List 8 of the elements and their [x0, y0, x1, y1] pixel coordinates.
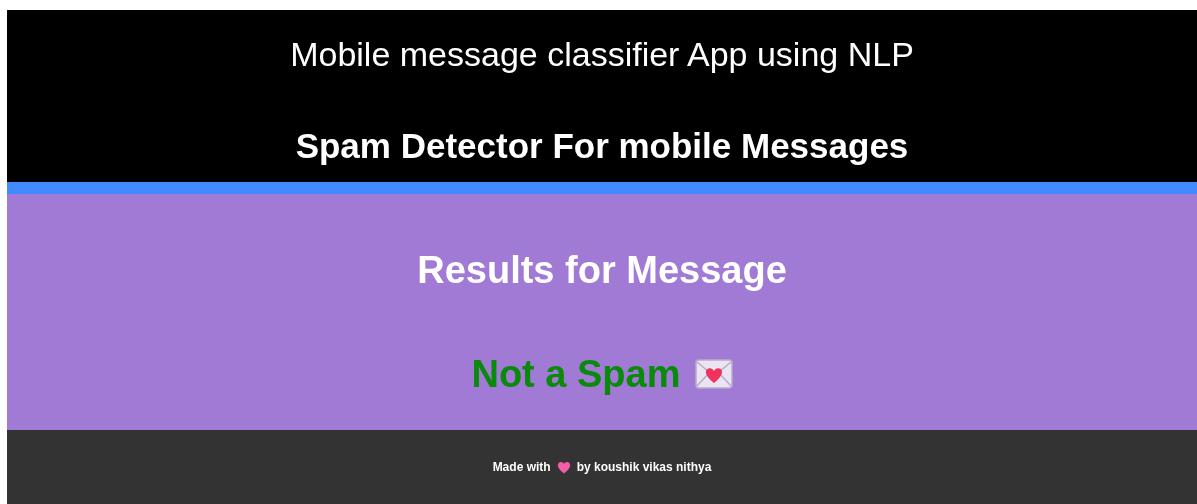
footer-text: Made with — [492, 460, 551, 474]
footer-text: by koushik vikas nithya — [576, 460, 712, 474]
heart-icon — [556, 460, 571, 474]
app-title: Mobile message classifier App using NLP — [290, 34, 914, 74]
envelope-heart-icon — [694, 359, 733, 389]
results-heading: Results for Message — [417, 248, 787, 292]
result-verdict: Not a Spam — [471, 352, 681, 396]
app-subtitle: Spam Detector For mobile Messages — [295, 126, 909, 166]
